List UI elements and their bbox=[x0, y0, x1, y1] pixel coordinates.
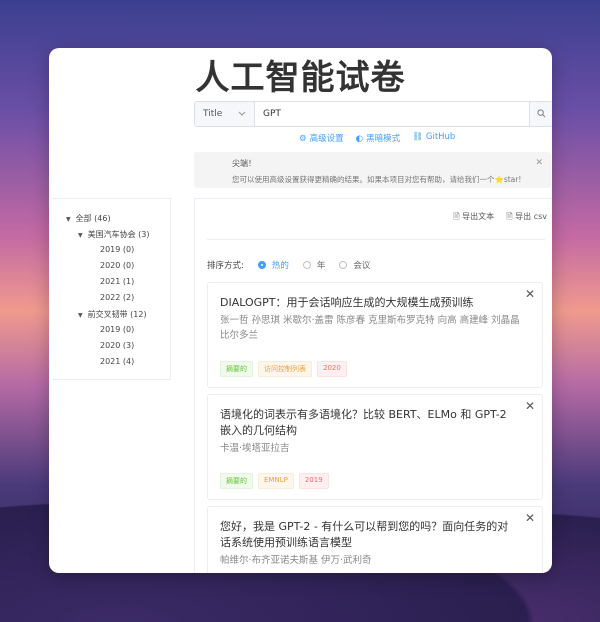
close-icon[interactable]: ✕ bbox=[525, 511, 535, 525]
top-links: ⚙ 高级设置 ◐ 黑暗模式 ⛓ GitHub bbox=[299, 132, 455, 144]
paper-authors: 帕维尔·布齐亚诺夫斯基 伊万·武利奇 bbox=[220, 555, 372, 566]
divider bbox=[207, 239, 545, 240]
search-input[interactable] bbox=[255, 102, 529, 126]
sort-option-label: 热的 bbox=[271, 261, 289, 271]
paper-card[interactable]: ✕ 您好，我是 GPT-2 - 有什么可以帮到您的吗？面向任务的对话系统使用预训… bbox=[207, 506, 543, 573]
tree-node-group[interactable]: ▼ 美国汽车协会 (3) bbox=[78, 229, 150, 240]
paper-tags: 摘要的 EMNLP 2019 bbox=[220, 473, 329, 489]
caret-down-icon: ▼ bbox=[66, 216, 71, 223]
tag-venue[interactable]: 访问控制列表 bbox=[258, 361, 312, 377]
tree-node-year[interactable]: 2021 (4) bbox=[100, 357, 134, 366]
export-text-label: 导出文本 bbox=[462, 212, 495, 221]
tree-node-label: 美国汽车协会 (3) bbox=[87, 230, 150, 239]
chevron-down-icon bbox=[238, 109, 246, 119]
sort-option-label: 年 bbox=[316, 261, 326, 271]
close-icon[interactable]: ✕ bbox=[535, 158, 543, 168]
document-icon: 🗎 bbox=[506, 212, 513, 221]
paper-title[interactable]: 语境化的词表示有多语境化？比较 BERT、ELMo 和 GPT-2 嵌入的几何结… bbox=[220, 407, 514, 439]
tree-node-year[interactable]: 2019 (0) bbox=[100, 325, 134, 334]
sort-radio-hot[interactable]: 热的 bbox=[257, 259, 289, 271]
tree-node-year[interactable]: 2022 (2) bbox=[100, 293, 134, 302]
paper-authors: 卡温·埃塔亚拉吉 bbox=[220, 443, 290, 454]
tree-node-root[interactable]: ▼ 全部 (46) bbox=[66, 213, 111, 224]
paper-authors: 张一哲 孙思琪 米歇尔·盖雷 陈彦春 克里斯布罗克特 向高 高建峰 刘晶晶 比尔… bbox=[220, 315, 520, 341]
tree-node-year[interactable]: 2020 (3) bbox=[100, 341, 134, 350]
sort-option-label: 会议 bbox=[353, 261, 371, 271]
export-csv-button[interactable]: 🗎 导出 csv bbox=[506, 211, 547, 225]
radio-dot bbox=[302, 261, 311, 269]
document-icon: 🗎 bbox=[453, 212, 460, 221]
notice-title: 尖端！ bbox=[232, 159, 256, 168]
advanced-settings-link[interactable]: ⚙ 高级设置 bbox=[299, 132, 344, 144]
github-link[interactable]: ⛓ GitHub bbox=[412, 132, 455, 144]
tag-venue[interactable]: EMNLP bbox=[258, 473, 294, 489]
gear-icon: ⚙ bbox=[299, 134, 307, 144]
github-label: GitHub bbox=[425, 132, 456, 142]
paper-tags: 摘要的 访问控制列表 2020 bbox=[220, 361, 347, 377]
export-csv-label: 导出 csv bbox=[515, 212, 547, 221]
search-icon bbox=[536, 109, 546, 119]
advanced-settings-label: 高级设置 bbox=[309, 134, 344, 144]
tag-abstract[interactable]: 摘要的 bbox=[220, 361, 253, 377]
search-bar: Title bbox=[194, 101, 552, 127]
moon-icon: ◐ bbox=[355, 134, 364, 144]
search-field-label: Title bbox=[203, 109, 223, 119]
results-panel: 🗎 导出文本 🗎 导出 csv 排序方式: 热的 年 会议 ✕ DIALOGPT… bbox=[194, 198, 552, 573]
search-field-select[interactable]: Title bbox=[195, 102, 255, 126]
paper-card[interactable]: ✕ 语境化的词表示有多语境化？比较 BERT、ELMo 和 GPT-2 嵌入的几… bbox=[207, 394, 543, 500]
search-button[interactable] bbox=[529, 102, 552, 126]
close-icon[interactable]: ✕ bbox=[525, 287, 535, 301]
tag-year[interactable]: 2019 bbox=[298, 473, 329, 489]
radio-dot bbox=[339, 261, 348, 269]
page-title: 人工智能试卷 bbox=[195, 58, 406, 98]
caret-down-icon: ▼ bbox=[78, 312, 83, 319]
tree-node-label: 全部 (46) bbox=[75, 214, 111, 223]
export-text-button[interactable]: 🗎 导出文本 bbox=[453, 211, 494, 225]
sort-options: 排序方式: 热的 年 会议 bbox=[207, 259, 370, 271]
tag-year[interactable]: 2020 bbox=[317, 361, 347, 377]
paper-card[interactable]: ✕ DIALOGPT：用于会话响应生成的大规模生成预训练 张一哲 孙思琪 米歇尔… bbox=[207, 282, 543, 388]
tree-node-year[interactable]: 2020 (0) bbox=[100, 261, 134, 270]
category-tree: ▼ 全部 (46) ▼ 美国汽车协会 (3) 2019 (0) 2020 (0) 2… bbox=[52, 198, 171, 380]
caret-down-icon: ▼ bbox=[78, 232, 83, 239]
radio-dot bbox=[257, 261, 266, 269]
close-icon[interactable]: ✕ bbox=[525, 399, 535, 413]
dark-mode-link[interactable]: ◐ 黑暗模式 bbox=[356, 132, 400, 144]
main-card: 人工智能试卷 Title ⚙高级设置 ◐黑暗模式 ⛓GitHub 尖端！ 您可以… bbox=[49, 48, 552, 573]
paper-title[interactable]: DIALOGPT：用于会话响应生成的大规模生成预训练 bbox=[220, 295, 514, 311]
sort-radio-year[interactable]: 年 bbox=[302, 259, 326, 271]
tree-node-group[interactable]: ▼ 前交叉韧带 (12) bbox=[78, 309, 147, 320]
dark-mode-label: 黑暗模式 bbox=[366, 134, 401, 144]
paper-title[interactable]: 您好，我是 GPT-2 - 有什么可以帮到您的吗？面向任务的对话系统使用预训练语… bbox=[220, 519, 514, 551]
tag-abstract[interactable]: 摘要的 bbox=[220, 473, 253, 489]
notice-text: 您可以使用高级设置获得更精确的结果。如果本项目对您有帮助，请给我们一个⭐star… bbox=[232, 175, 522, 184]
link-icon: ⛓ bbox=[412, 132, 423, 142]
sort-label: 排序方式: bbox=[207, 261, 244, 271]
tree-node-year[interactable]: 2019 (0) bbox=[100, 245, 134, 254]
export-actions: 🗎 导出文本 🗎 导出 csv bbox=[453, 211, 547, 225]
tree-node-year[interactable]: 2021 (1) bbox=[100, 277, 134, 286]
tree-node-label: 前交叉韧带 (12) bbox=[87, 310, 147, 319]
sort-radio-conference[interactable]: 会议 bbox=[339, 259, 370, 271]
notice-alert: 尖端！ 您可以使用高级设置获得更精确的结果。如果本项目对您有帮助，请给我们一个⭐… bbox=[194, 152, 551, 188]
